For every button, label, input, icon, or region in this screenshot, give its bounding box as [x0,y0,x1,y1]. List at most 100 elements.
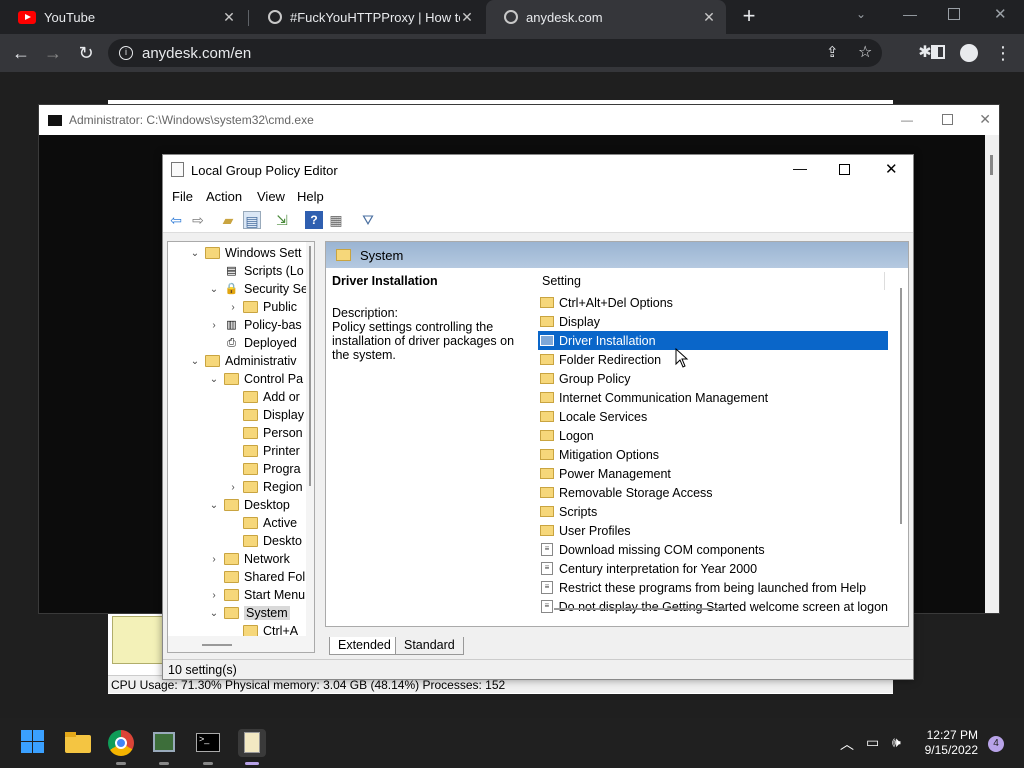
tree-node[interactable]: Printer [226,442,300,460]
system-clock[interactable]: 12:27 PM 9/15/2022 [925,728,978,758]
tree-node[interactable]: ⌄ 🔒 Security Se [207,280,308,298]
tree-node[interactable]: › ▥ Policy-bas [207,316,301,334]
settings-list[interactable]: Setting Ctrl+Alt+Del Options Display Drive… [534,268,908,626]
minimize-button[interactable]: — [903,6,917,22]
expanded-chevron-icon[interactable]: ⌄ [188,356,202,367]
close-window-button[interactable]: ✕ [994,5,1007,23]
show-hide-tree-icon[interactable]: ▤ [243,211,261,229]
tree-node[interactable]: ⌄ System [207,604,290,622]
gpe-titlebar[interactable]: Local Group Policy Editor — ✕ [163,155,913,185]
task-manager-icon[interactable] [150,729,178,757]
close-icon[interactable]: ✕ [700,8,718,26]
list-horizontal-scrollbar[interactable] [554,608,726,610]
cmd-scrollbar[interactable] [985,135,999,613]
tab-fuckyouhttpproxy[interactable]: #FuckYouHTTPProxy | How to use ✕ [250,0,484,34]
tab-search-icon[interactable]: ⌄ [856,7,866,21]
tab-standard[interactable]: Standard [395,637,464,655]
expanded-chevron-icon[interactable]: ⌄ [207,374,221,385]
close-icon[interactable]: ✕ [458,8,476,26]
tree-vertical-scrollbar[interactable] [306,242,314,636]
forward-icon[interactable]: → [40,40,66,66]
setting-row[interactable]: Removable Storage Access [538,483,888,502]
close-button[interactable]: ✕ [979,111,991,128]
back-icon[interactable]: ⇦ [167,211,185,229]
tree-node[interactable]: Display [226,406,304,424]
help-icon[interactable]: ? [305,211,323,229]
setting-row[interactable]: Logon [538,426,888,445]
tree-node[interactable]: ⌄ Administrativ [188,352,297,370]
expanded-chevron-icon[interactable]: ⌄ [207,608,221,619]
cmd-titlebar[interactable]: Administrator: C:\Windows\system32\cmd.e… [39,105,999,135]
volume-icon[interactable]: 🕪 [892,734,901,751]
setting-row[interactable]: Power Management [538,464,888,483]
setting-row[interactable]: Scripts [538,502,888,521]
setting-row[interactable]: ≡ Download missing COM components [538,540,888,559]
setting-row[interactable]: Folder Redirection [538,350,888,369]
up-folder-icon[interactable]: ▰ [219,211,237,229]
maximize-button[interactable] [942,114,953,125]
close-icon[interactable]: ✕ [220,8,238,26]
profile-icon[interactable] [956,40,982,66]
network-icon[interactable]: ▭ [866,734,879,751]
expanded-chevron-icon[interactable]: ⌄ [207,284,221,295]
tab-youtube[interactable]: YouTube ✕ [0,0,246,34]
menu-view[interactable]: View [257,189,285,204]
tree-node[interactable]: ⌄ Windows Sett [188,244,302,262]
info-icon[interactable]: i [119,46,133,60]
setting-row[interactable]: Driver Installation [538,331,888,350]
minimize-button[interactable]: — [901,113,913,127]
setting-row[interactable]: Group Policy [538,369,888,388]
address-bar[interactable]: i anydesk.com/en ⇪ ☆ [108,39,882,67]
tree-node[interactable]: › Region [226,478,302,496]
tab-anydesk[interactable]: anydesk.com ✕ [486,0,726,34]
tree-node[interactable]: Deskto [226,532,302,550]
tree-node[interactable]: ⌄ Control Pa [207,370,303,388]
menu-action[interactable]: Action [206,189,242,204]
reload-icon[interactable]: ↻ [73,40,99,66]
tree-node[interactable]: Person [226,424,303,442]
tab-extended[interactable]: Extended [329,637,400,655]
sidebar-icon[interactable] [925,40,951,66]
setting-row[interactable]: Locale Services [538,407,888,426]
filter-icon[interactable]: ⛛ [359,211,377,229]
setting-row[interactable]: User Profiles [538,521,888,540]
navigation-tree[interactable]: ⌄ Windows Sett ▤ Scripts (Lo ⌄ 🔒 Security Se › P… [167,241,315,653]
collapsed-chevron-icon[interactable]: › [207,320,221,331]
bookmark-star-icon[interactable]: ☆ [858,42,872,62]
tree-node[interactable]: Shared Fol [207,568,305,586]
collapsed-chevron-icon[interactable]: › [226,302,240,313]
setting-row[interactable]: Ctrl+Alt+Del Options [538,293,888,312]
tree-node[interactable]: Active [226,514,297,532]
back-icon[interactable]: ← [8,40,34,66]
chevron-up-icon[interactable]: ︿ [840,734,854,754]
tree-node[interactable]: › Network [207,550,290,568]
collapsed-chevron-icon[interactable]: › [226,482,240,493]
tree-node[interactable]: ⌄ Desktop [207,496,290,514]
tree-node[interactable]: Progra [226,460,301,478]
close-button[interactable]: ✕ [885,160,898,178]
tree-node[interactable]: › Public [226,298,297,316]
export-list-icon[interactable]: ⇲ [273,211,291,229]
tree-node[interactable]: › Start Menu [207,586,305,604]
tree-node[interactable]: ⎙ Deployed [207,334,297,352]
cmd-taskbar-icon[interactable]: >_ [194,729,222,757]
setting-row[interactable]: Internet Communication Management [538,388,888,407]
properties-icon[interactable]: ▦ [327,211,345,229]
notification-badge[interactable]: 4 [988,736,1004,752]
chrome-icon[interactable] [107,729,135,757]
maximize-button[interactable] [839,164,850,175]
collapsed-chevron-icon[interactable]: › [207,590,221,601]
group-policy-editor-window[interactable]: Local Group Policy Editor — ✕ File Actio… [162,154,914,680]
setting-row[interactable]: ≡ Do not display the Getting Started welc… [538,597,888,616]
menu-help[interactable]: Help [297,189,324,204]
tree-horizontal-scrollbar[interactable] [168,636,314,652]
start-windows-icon[interactable] [20,729,48,757]
share-icon[interactable]: ⇪ [826,43,839,61]
new-tab-button[interactable]: + [738,5,760,29]
file-explorer-icon[interactable] [64,729,92,757]
group-policy-taskbar-icon[interactable] [238,729,266,757]
expanded-chevron-icon[interactable]: ⌄ [207,500,221,511]
forward-icon[interactable]: ⇨ [189,211,207,229]
list-vertical-scrollbar[interactable] [900,288,902,524]
setting-row[interactable]: ≡ Restrict these programs from being laun… [538,578,888,597]
